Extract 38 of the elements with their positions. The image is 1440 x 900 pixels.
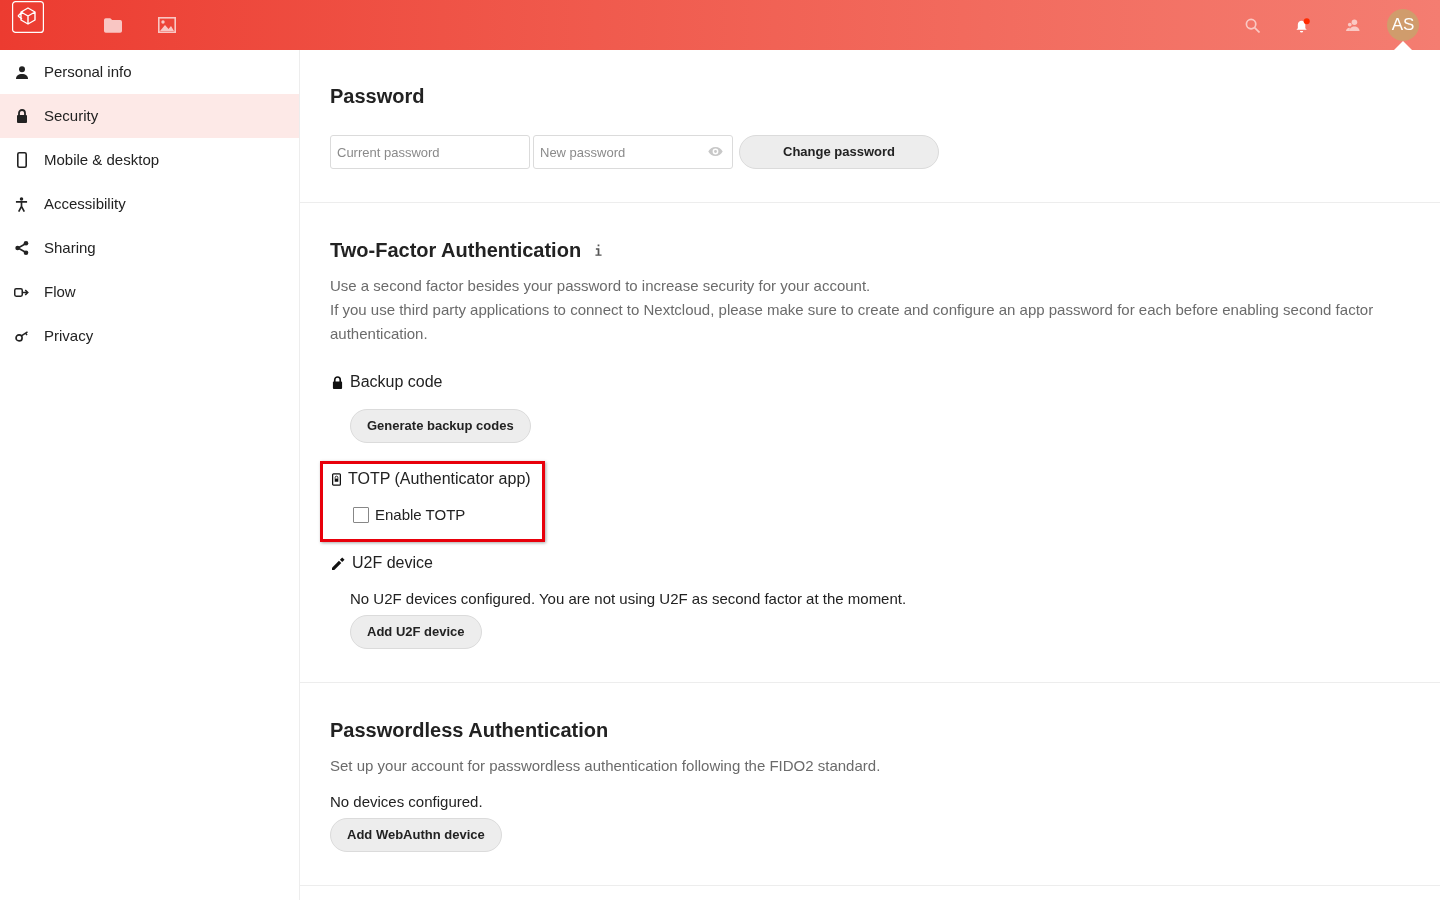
- add-device-button[interactable]: Add WebAuthn device: [330, 818, 502, 852]
- flow-icon: [14, 286, 29, 298]
- generate-button[interactable]: Generate backup codes: [350, 409, 531, 443]
- share-icon: [14, 241, 29, 255]
- description-text: If you use third party applications to connect to Nextcloud, please make sure to create and configure an app password for each before enabling second factor authentication.: [330, 300, 1375, 344]
- folder-icon[interactable]: [104, 17, 122, 33]
- sidebar-item[interactable]: Security: [0, 94, 299, 138]
- status-message: No devices configured.: [330, 792, 484, 812]
- eye-icon[interactable]: [708, 147, 723, 156]
- checkbox[interactable]: [353, 507, 369, 523]
- change-password-button[interactable]: Change password: [739, 135, 939, 169]
- description-text: Use a second factor besides your password to increase security for your account.: [330, 276, 872, 296]
- pencil-icon: [332, 556, 345, 570]
- password-field[interactable]: New password: [533, 135, 733, 169]
- logo-icon[interactable]: [12, 1, 44, 33]
- password-field[interactable]: Current password: [330, 135, 530, 169]
- info-icon[interactable]: [595, 243, 603, 257]
- contacts-icon[interactable]: [1345, 18, 1361, 32]
- image-icon[interactable]: [158, 17, 176, 33]
- person-icon: [15, 65, 28, 79]
- lock-icon: [332, 375, 343, 389]
- accessibility-icon: [15, 196, 28, 212]
- checkbox-label[interactable]: Enable TOTP: [375, 503, 466, 527]
- lock-icon: [15, 109, 28, 123]
- add-device-button[interactable]: Add U2F device: [350, 615, 482, 649]
- phone-icon: [16, 152, 27, 168]
- status-message: No U2F devices configured. You are not using U2F as second factor at the moment.: [350, 589, 907, 609]
- description-text: Set up your account for passwordless authentication following the FIDO2 standard.: [330, 756, 882, 776]
- search-icon[interactable]: [1244, 17, 1260, 33]
- provider-title: Backup code: [350, 372, 443, 392]
- provider-title: U2F device: [352, 553, 433, 573]
- key-icon: [14, 330, 29, 342]
- provider-title: TOTP (Authenticator app): [348, 469, 531, 489]
- bell-icon[interactable]: [1295, 17, 1310, 33]
- section-title: Passwordless Authentication: [330, 718, 610, 743]
- phone-icon: [332, 472, 341, 486]
- section-title: Two-Factor Authentication: [330, 238, 582, 263]
- section-title: Password: [330, 84, 426, 109]
